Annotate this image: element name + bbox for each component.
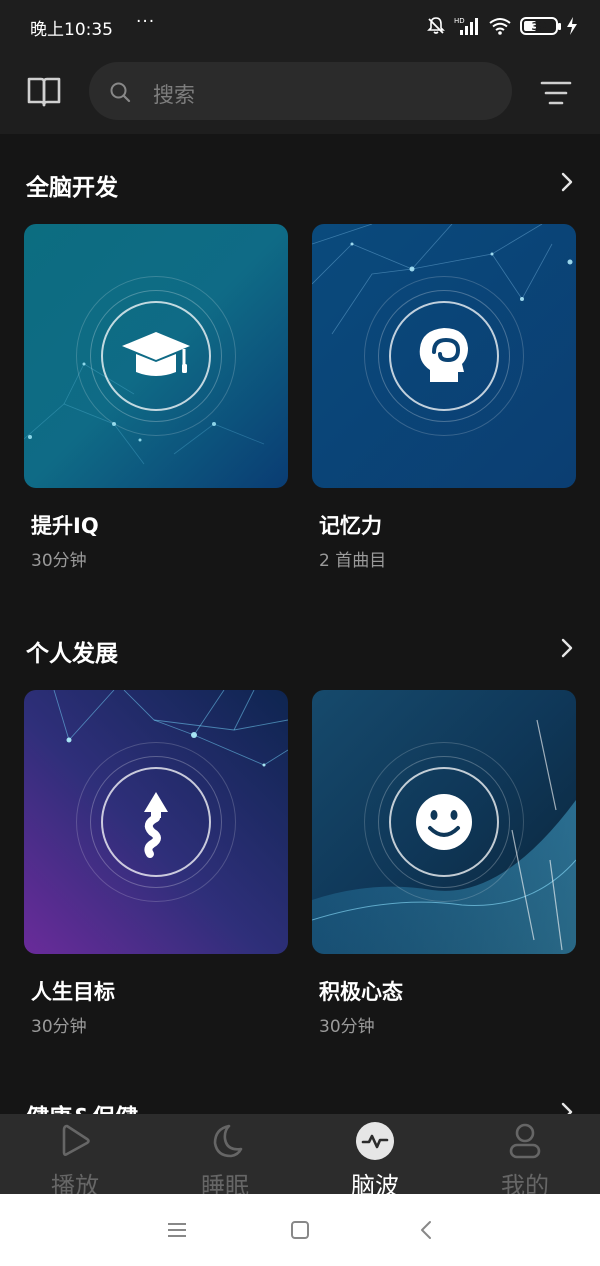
chevron-right-icon[interactable] bbox=[556, 171, 578, 193]
user-icon bbox=[509, 1123, 541, 1159]
chevron-right-icon[interactable] bbox=[556, 1101, 578, 1114]
card-positive-mindset[interactable] bbox=[312, 690, 576, 954]
content-scroll[interactable]: 全脑开发 提升IQ 30分钟 记忆力 2 首曲目 个人发展 人生目标 30分钟 … bbox=[0, 134, 600, 1114]
charging-icon bbox=[567, 17, 577, 35]
filter-menu-icon[interactable] bbox=[540, 79, 572, 107]
bottom-nav: 播放 睡眠 脑波 我的 bbox=[0, 1114, 600, 1200]
card-subtitle: 30分钟 bbox=[31, 1017, 87, 1037]
smiley-icon bbox=[416, 794, 472, 850]
search-input[interactable]: 搜索 bbox=[89, 62, 512, 120]
card-subtitle: 30分钟 bbox=[31, 551, 87, 571]
book-icon[interactable] bbox=[26, 74, 62, 110]
nav-item-play[interactable]: 播放 bbox=[0, 1114, 150, 1200]
head-brain-icon bbox=[419, 328, 468, 382]
moon-icon bbox=[213, 1124, 243, 1158]
back-icon[interactable] bbox=[415, 1218, 439, 1242]
chevron-right-icon[interactable] bbox=[556, 637, 578, 659]
nav-item-sleep[interactable]: 睡眠 bbox=[150, 1114, 300, 1200]
card-iq[interactable] bbox=[24, 224, 288, 488]
nav-item-brainwave[interactable]: 脑波 bbox=[300, 1114, 450, 1200]
status-bar: 晚上10:35 ··· HD 39 bbox=[0, 0, 600, 52]
recent-apps-icon[interactable] bbox=[165, 1218, 189, 1242]
card-title: 人生目标 bbox=[31, 980, 115, 1004]
status-more-dots: ··· bbox=[136, 12, 156, 32]
card-subtitle: 2 首曲目 bbox=[319, 551, 387, 571]
card-memory[interactable] bbox=[312, 224, 576, 488]
nav-item-me[interactable]: 我的 bbox=[450, 1114, 600, 1200]
card-subtitle: 30分钟 bbox=[319, 1017, 375, 1037]
search-placeholder: 搜索 bbox=[153, 83, 195, 107]
card-life-goal[interactable] bbox=[24, 690, 288, 954]
battery-level: 39 bbox=[531, 19, 547, 33]
search-icon bbox=[110, 82, 131, 103]
header: 搜索 bbox=[0, 52, 600, 134]
wifi-icon bbox=[489, 18, 511, 35]
battery-icon: 39 bbox=[520, 17, 561, 35]
card-title: 提升IQ bbox=[31, 514, 99, 538]
play-icon bbox=[62, 1124, 90, 1156]
status-time: 晚上10:35 bbox=[30, 20, 113, 40]
path-arrow-icon bbox=[144, 792, 168, 858]
home-icon[interactable] bbox=[288, 1218, 312, 1242]
card-title: 积极心态 bbox=[319, 980, 403, 1004]
system-nav-bar bbox=[0, 1194, 600, 1266]
svg-text:HD: HD bbox=[454, 17, 465, 25]
card-title: 记忆力 bbox=[319, 514, 382, 538]
section-title-health: 健康&保健 bbox=[26, 1098, 138, 1114]
status-icons: HD 39 bbox=[426, 14, 578, 38]
graduation-cap-icon bbox=[122, 332, 190, 376]
mute-bell-icon bbox=[427, 17, 445, 34]
brainwave-icon bbox=[356, 1122, 394, 1160]
hd-signal-icon: HD bbox=[454, 17, 478, 35]
section-title-brain: 全脑开发 bbox=[26, 175, 118, 201]
section-title-personal: 个人发展 bbox=[26, 641, 118, 667]
